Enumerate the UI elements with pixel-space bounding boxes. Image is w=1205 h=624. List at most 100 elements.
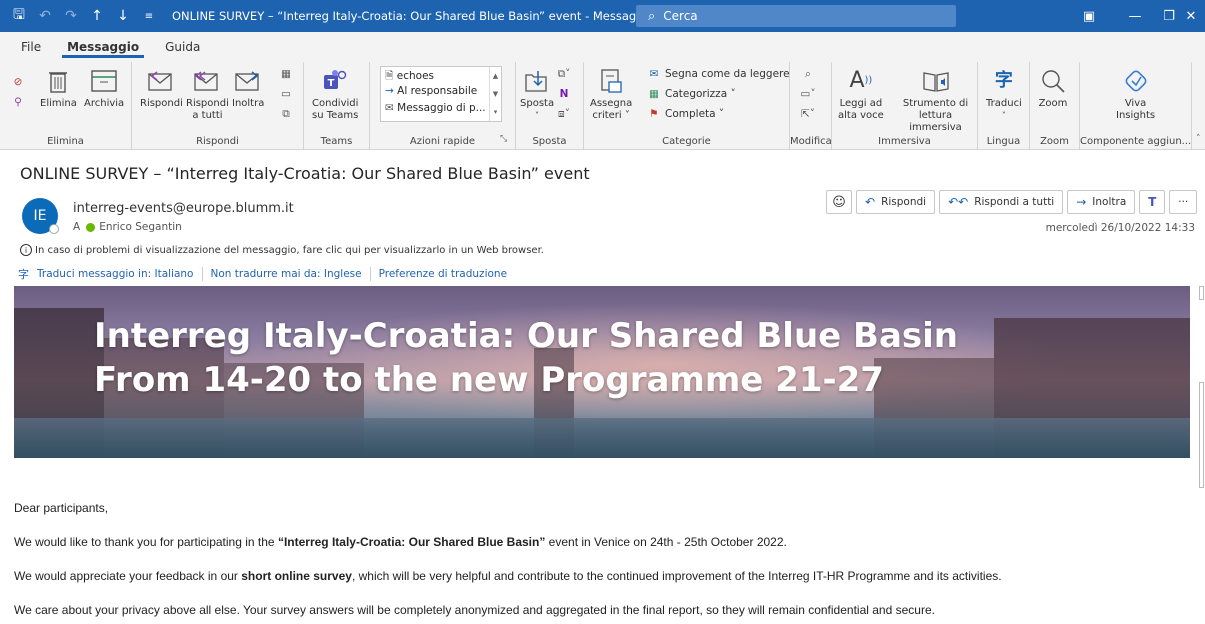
- never-translate-link[interactable]: Non tradurre mai da: Inglese: [211, 268, 362, 280]
- to-prefix: A: [73, 221, 81, 233]
- tab-messaggio[interactable]: Messaggio: [54, 32, 152, 62]
- scrollbar-thumb[interactable]: [1199, 382, 1204, 488]
- delete-button[interactable]: Elimina: [40, 66, 77, 110]
- read-aloud-label-1: Leggi ad: [839, 98, 883, 109]
- close-icon[interactable]: ✕: [1176, 0, 1205, 32]
- categorize-button[interactable]: ▦ Categorizza ˅: [646, 88, 736, 100]
- delete-label: Elimina: [40, 98, 77, 109]
- assign-policy-button[interactable]: Assegna criteri ˅: [590, 66, 632, 122]
- cleanup-icon[interactable]: ⚲: [10, 96, 29, 108]
- reply-all-action-button[interactable]: ↶↶ Rispondi a tutti: [939, 190, 1064, 214]
- banner-line-1: Interreg Italy-Croatia: Our Shared Blue …: [94, 316, 958, 356]
- quick-step-message[interactable]: ✉ Messaggio di p...: [381, 101, 501, 118]
- presence-indicator: [49, 224, 59, 234]
- translate-to-link[interactable]: Traduci messaggio in: Italiano: [37, 268, 194, 280]
- mark-unread-button[interactable]: ✉ Segna come da leggere: [646, 68, 790, 80]
- ribbon-display-icon[interactable]: ▣: [1066, 0, 1112, 32]
- read-aloud-button[interactable]: A)) Leggi ad alta voce: [838, 66, 884, 122]
- paragraph-2: We would appreciate your feedback in our…: [14, 569, 1002, 583]
- forward-action-button[interactable]: → Inoltra: [1067, 190, 1136, 214]
- redo-icon[interactable]: ↷: [58, 0, 84, 32]
- quick-steps-scroll[interactable]: ▲ ▼ ▾: [489, 67, 501, 121]
- reply-icon: [146, 66, 176, 96]
- reply-all-button[interactable]: Rispondi a tutti: [186, 66, 229, 122]
- viva-label-1: Viva: [1124, 98, 1147, 109]
- group-label-lingua: Lingua: [986, 136, 1021, 147]
- reply-all-label-2: a tutti: [192, 110, 223, 121]
- ignore-icon[interactable]: ⊘: [10, 76, 29, 88]
- onenote-icon[interactable]: N: [556, 88, 575, 100]
- reply-action-button[interactable]: ↶ Rispondi: [856, 190, 936, 214]
- save-icon[interactable]: 🖫: [6, 0, 32, 32]
- group-label-addins: Componente aggiun...: [1080, 136, 1192, 147]
- reply-all-arrow-icon: ↶↶: [948, 195, 969, 209]
- group-sposta: Sposta ˅ ⧉˅ N ⧈˅ Sposta: [516, 62, 584, 150]
- reply-arrow-icon: ↶: [865, 195, 876, 209]
- reply-label: Rispondi: [140, 98, 183, 109]
- smiley-icon: ☺: [832, 194, 846, 210]
- reply-all-icon: [192, 66, 222, 96]
- translate-button[interactable]: 字 Traduci ˅: [986, 66, 1022, 122]
- banner-title: Interreg Italy-Croatia: Our Shared Blue …: [94, 314, 958, 402]
- survey-link[interactable]: short online survey: [241, 569, 352, 583]
- message-scrollbar[interactable]: [1197, 286, 1205, 624]
- search-box[interactable]: ⌕ Cerca: [636, 5, 956, 27]
- viva-label-2: Insights: [1116, 110, 1156, 121]
- tab-file[interactable]: File: [8, 32, 54, 62]
- find-icon[interactable]: ⌕: [800, 68, 819, 81]
- undo-icon[interactable]: ↶: [32, 0, 58, 32]
- collapse-ribbon-icon[interactable]: ˄: [1196, 134, 1201, 144]
- info-bar[interactable]: i In caso di problemi di visualizzazione…: [20, 244, 544, 256]
- translation-bar: 字 Traduci messaggio in: Italiano Non tra…: [18, 266, 507, 282]
- flag-icon: ⚑: [649, 108, 659, 120]
- viva-insights-button[interactable]: Viva Insights: [1116, 66, 1155, 122]
- move-label: Sposta: [520, 98, 555, 109]
- related-icon[interactable]: ▭˅: [800, 88, 819, 100]
- recipient-name[interactable]: Enrico Segantin: [99, 221, 182, 233]
- im-reply-icon[interactable]: ▭: [278, 88, 297, 100]
- viva-insights-icon: [1121, 66, 1151, 96]
- tab-guida[interactable]: Guida: [152, 32, 213, 62]
- scrollbar-top-thumb[interactable]: [1199, 286, 1204, 300]
- quick-steps-gallery: 🗎 echoes → Al responsabile ✉ Messaggio d…: [380, 66, 502, 122]
- recipient-line: A Enrico Segantin: [73, 221, 182, 233]
- more-reply-icon[interactable]: ⧉: [278, 108, 297, 121]
- message-subject: ONLINE SURVEY – “Interreg Italy-Croatia:…: [20, 164, 590, 183]
- select-icon[interactable]: ⇱˅: [800, 108, 819, 120]
- rules-icon[interactable]: ⧉˅: [556, 68, 575, 81]
- message-actions: ☺ ↶ Rispondi ↶↶ Rispondi a tutti → Inolt…: [826, 190, 1201, 214]
- quick-step-manager[interactable]: → Al responsabile: [381, 84, 501, 101]
- immersive-reader-button[interactable]: Strumento di lettura immersiva: [894, 66, 977, 134]
- sender-address[interactable]: interreg-events@europe.blumm.it: [73, 201, 294, 216]
- forward-icon: [233, 66, 263, 96]
- next-item-icon[interactable]: ↓: [110, 0, 136, 32]
- zoom-button[interactable]: Zoom: [1038, 66, 1068, 110]
- info-icon: i: [20, 244, 32, 256]
- forward-button[interactable]: Inoltra: [232, 66, 264, 110]
- meeting-reply-icon[interactable]: ▦: [278, 68, 297, 80]
- previous-item-icon[interactable]: ↑: [84, 0, 110, 32]
- group-teams: T Condividi su Teams Teams: [304, 62, 370, 150]
- share-teams-button[interactable]: T Condividi su Teams: [312, 66, 358, 122]
- customize-toolbar-icon[interactable]: ≡: [136, 0, 162, 32]
- emoji-button[interactable]: ☺: [826, 190, 852, 214]
- translate-label: Traduci: [986, 98, 1022, 109]
- quick-step-echoes[interactable]: 🗎 echoes: [381, 67, 501, 84]
- translation-prefs-link[interactable]: Preferenze di traduzione: [379, 268, 507, 280]
- message-date: mercoledì 26/10/2022 14:33: [1045, 222, 1195, 234]
- avatar[interactable]: IE: [22, 198, 59, 234]
- move-button[interactable]: Sposta ˅: [520, 66, 554, 122]
- teams-action-button[interactable]: T: [1139, 190, 1166, 214]
- follow-up-button[interactable]: ⚑ Completa ˅: [646, 108, 724, 120]
- group-categorie: Assegna criteri ˅ ✉ Segna come da legger…: [584, 62, 790, 150]
- archive-button[interactable]: Archivia: [84, 66, 124, 110]
- trash-icon: [43, 66, 73, 96]
- move-folder-icon: [522, 66, 552, 96]
- event-banner-image: Interreg Italy-Croatia: Our Shared Blue …: [14, 286, 1190, 458]
- group-lingua: 字 Traduci ˅ Lingua: [978, 62, 1030, 150]
- immersive-reader-icon: [921, 66, 951, 96]
- more-actions-button[interactable]: ···: [1169, 190, 1198, 214]
- reply-button[interactable]: Rispondi: [140, 66, 183, 110]
- actions-icon[interactable]: ⧈˅: [556, 108, 575, 121]
- group-label-elimina: Elimina: [47, 136, 84, 147]
